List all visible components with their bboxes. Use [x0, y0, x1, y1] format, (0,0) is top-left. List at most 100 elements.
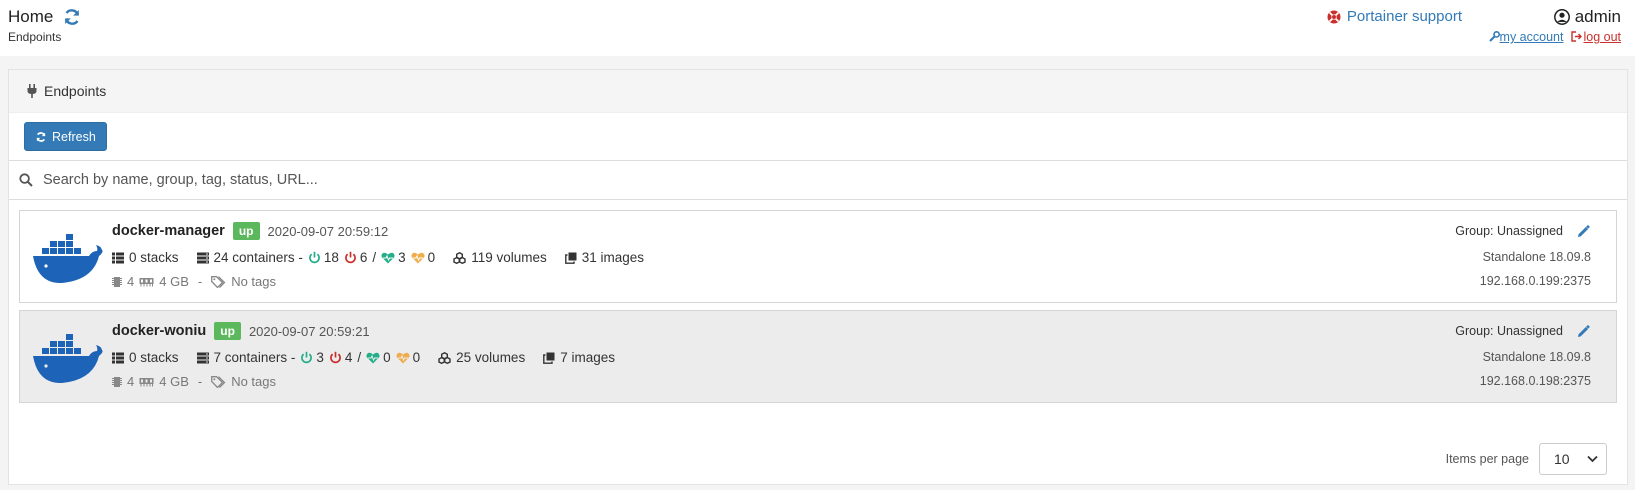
containers-stat: 7 containers - 3 4 / 0 0	[196, 350, 420, 365]
containers-stat: 24 containers - 18 6 / 3 0	[196, 250, 436, 265]
endpoint-item[interactable]: docker-manager up 2020-09-07 20:59:12 0 …	[19, 210, 1617, 303]
stacks-count: 0 stacks	[129, 250, 179, 265]
lifesaver-icon	[1327, 10, 1341, 24]
my-account-label: my account	[1499, 30, 1564, 44]
endpoint-item[interactable]: docker-woniu up 2020-09-07 20:59:21 0 st…	[19, 310, 1617, 403]
endpoints-widget: Endpoints Refresh docker-manager up 2020…	[8, 69, 1628, 485]
plug-icon	[26, 84, 38, 98]
clone-icon	[543, 352, 555, 364]
pencil-edit-icon[interactable]	[1577, 324, 1590, 338]
unhealthy-stat: 0	[411, 250, 436, 265]
widget-title: Endpoints	[44, 83, 107, 99]
my-account-link[interactable]: my account	[1488, 30, 1564, 44]
healthy-count: 0	[383, 350, 391, 365]
stacks-stat: 0 stacks	[112, 350, 179, 365]
wrench-icon	[1488, 31, 1500, 42]
sign-out-icon	[1571, 31, 1583, 42]
stopped-count: 6	[359, 250, 368, 265]
pencil-edit-icon[interactable]	[1577, 224, 1590, 238]
microchip-icon	[112, 376, 122, 388]
user-menu: admin	[1553, 7, 1621, 27]
log-out-link[interactable]: log out	[1571, 30, 1621, 44]
running-count: 3	[316, 350, 324, 365]
items-per-page-select[interactable]: 10	[1539, 443, 1607, 475]
microchip-icon	[112, 276, 122, 288]
refresh-button[interactable]: Refresh	[24, 122, 107, 151]
endpoint-stats: 0 stacks 24 containers - 18 6 / 3 0 119 …	[112, 250, 662, 265]
containers-count: 24 containers -	[213, 250, 303, 265]
heartbeat-warning-icon	[411, 252, 425, 264]
endpoint-name: docker-manager	[112, 223, 225, 239]
unhealthy-count: 0	[427, 250, 436, 265]
volumes-count: 25 volumes	[456, 350, 526, 365]
items-per-page-value: 10	[1554, 451, 1570, 467]
server-icon	[196, 352, 209, 364]
volumes-stat: 119 volumes	[453, 250, 547, 265]
status-badge: up	[232, 222, 260, 240]
list-icon	[112, 252, 124, 264]
server-icon	[196, 252, 209, 264]
list-icon	[112, 352, 124, 364]
top-bar: Home Endpoints Portainer support admin m…	[0, 0, 1635, 56]
account-links: my account log out	[1488, 30, 1621, 44]
stacks-count: 0 stacks	[129, 350, 179, 365]
clone-icon	[564, 252, 577, 264]
group-label: Group: Unassigned	[1455, 224, 1563, 238]
running-count: 18	[323, 250, 339, 265]
volumes-count: 119 volumes	[471, 250, 547, 265]
running-stat: 3	[300, 350, 324, 365]
widget-header: Endpoints	[9, 70, 1627, 113]
support-label: Portainer support	[1346, 8, 1462, 25]
endpoint-name: docker-woniu	[112, 323, 207, 339]
memory-icon	[139, 377, 154, 387]
power-stopped-icon	[344, 251, 357, 264]
meta-dash: -	[197, 274, 203, 289]
endpoint-url: 192.168.0.198:2375	[1479, 374, 1591, 388]
endpoint-timestamp: 2020-09-07 20:59:21	[248, 323, 370, 339]
docker-logo-icon	[32, 329, 104, 385]
stat-separator: /	[357, 350, 362, 365]
username: admin	[1574, 7, 1621, 26]
images-stat: 31 images	[564, 250, 645, 265]
heartbeat-warning-icon	[396, 352, 410, 364]
user-circle-icon	[1553, 9, 1570, 25]
endpoint-meta: 4 4 GB - No tags	[112, 274, 276, 289]
endpoint-group: Group: Unassigned	[1455, 224, 1590, 238]
images-stat: 7 images	[543, 350, 615, 365]
status-badge: up	[214, 322, 241, 340]
memory-amount: 4 GB	[159, 374, 189, 389]
log-out-label: log out	[1583, 30, 1621, 44]
items-per-page-label: Items per page	[1445, 452, 1529, 466]
stat-separator: /	[372, 250, 377, 265]
docker-version: Standalone 18.09.8	[1482, 350, 1591, 364]
volumes-stat: 25 volumes	[438, 350, 525, 365]
images-count: 31 images	[581, 250, 645, 265]
healthy-stat: 0	[366, 350, 391, 365]
meta-dash: -	[197, 374, 203, 389]
search-icon	[19, 173, 33, 187]
pagination-footer: Items per page 10	[1446, 443, 1607, 475]
group-label: Group: Unassigned	[1455, 324, 1563, 338]
healthy-stat: 3	[381, 250, 406, 265]
endpoint-name-row: docker-manager up 2020-09-07 20:59:12	[112, 222, 388, 240]
docker-version: Standalone 18.09.8	[1482, 250, 1591, 264]
stopped-stat: 4	[329, 350, 352, 365]
page-title-text: Home	[8, 7, 54, 26]
endpoint-group: Group: Unassigned	[1455, 324, 1590, 338]
tags-label: No tags	[231, 374, 277, 389]
portainer-support-link[interactable]: Portainer support	[1327, 8, 1462, 25]
healthy-count: 3	[398, 250, 406, 265]
page-title: Home	[8, 7, 82, 27]
chevron-down-icon	[1587, 455, 1598, 463]
widget-toolbar: Refresh	[9, 113, 1627, 161]
memory-icon	[139, 277, 154, 287]
endpoint-stats: 0 stacks 7 containers - 3 4 / 0 0 25 vol…	[112, 350, 633, 365]
endpoint-list: docker-manager up 2020-09-07 20:59:12 0 …	[9, 200, 1627, 403]
unhealthy-stat: 0	[396, 350, 420, 365]
tags-label: No tags	[231, 274, 277, 289]
containers-count: 7 containers -	[213, 350, 296, 365]
search-input[interactable]	[43, 172, 943, 188]
images-count: 7 images	[560, 350, 615, 365]
refresh-page-icon[interactable]	[62, 7, 82, 27]
endpoint-meta: 4 4 GB - No tags	[112, 374, 276, 389]
